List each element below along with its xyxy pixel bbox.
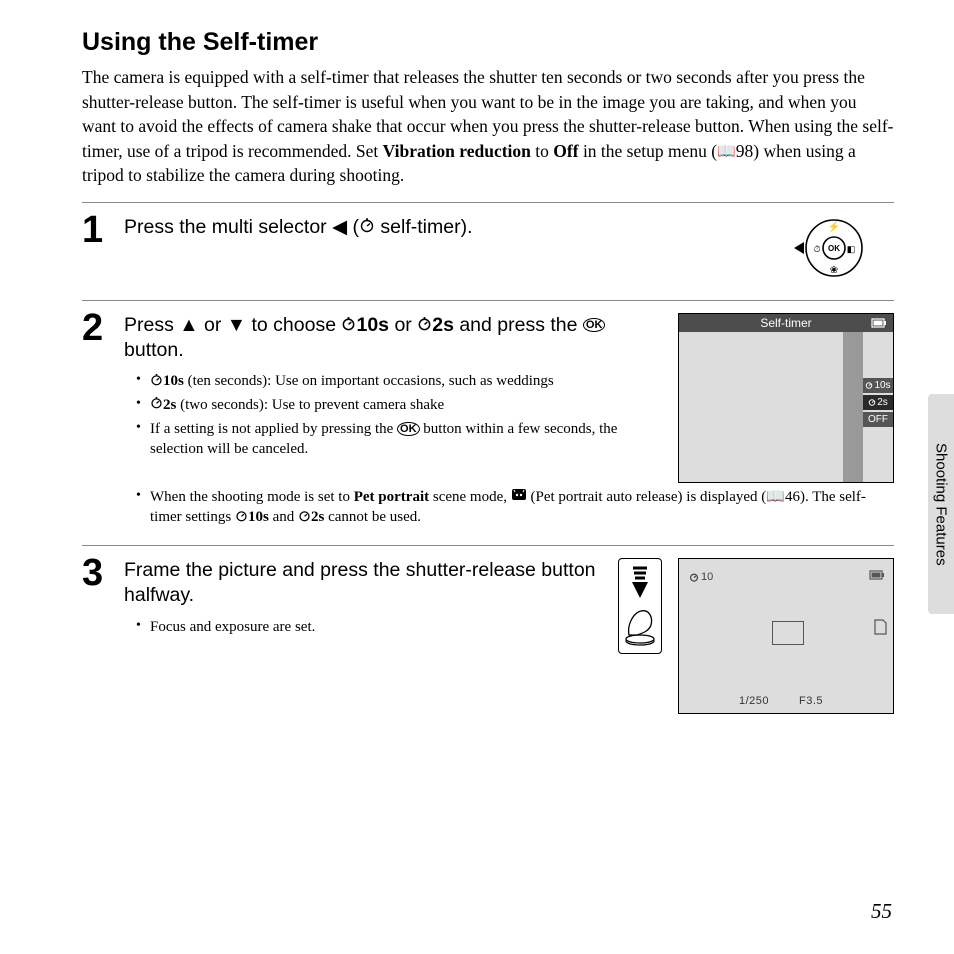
step-2-bullets: 10s (ten seconds): Use on important occa… bbox=[124, 371, 668, 459]
self-timer-icon bbox=[341, 313, 356, 338]
svg-text:OK: OK bbox=[828, 244, 840, 253]
step-1-heading: Press the multi selector ◀ ( self-timer)… bbox=[124, 215, 774, 241]
step-2: 2 Press ▲ or ▼ to choose 10s or 2s and p… bbox=[82, 301, 894, 546]
steps-list: 1 Press the multi selector ◀ ( self-time… bbox=[82, 202, 894, 728]
step-3: 3 Frame the picture and press the shutte… bbox=[82, 546, 894, 728]
svg-text:❀: ❀ bbox=[830, 265, 838, 276]
page-title: Using the Self-timer bbox=[82, 28, 894, 57]
battery-icon bbox=[871, 317, 887, 331]
down-arrow-icon: ▼ bbox=[227, 314, 246, 336]
option-2s-selected: 2s bbox=[863, 395, 893, 410]
left-arrow-icon: ◀ bbox=[332, 216, 347, 238]
camera-screen-shooting: 10 1/250 F3.5 bbox=[678, 558, 894, 714]
shutter-speed: 1/250 bbox=[739, 695, 769, 707]
option-10s: 10s bbox=[863, 378, 893, 393]
intro-paragraph: The camera is equipped with a self-timer… bbox=[82, 65, 894, 188]
svg-text:⏱: ⏱ bbox=[813, 244, 820, 254]
self-timer-icon bbox=[150, 372, 163, 392]
svg-text:◧: ◧ bbox=[847, 244, 856, 254]
page-ref-icon: 📖 bbox=[766, 487, 785, 507]
aperture: F3.5 bbox=[799, 695, 823, 707]
ok-button-icon: OK bbox=[583, 318, 606, 332]
multi-selector-diagram: OK ⚡ ❀ ⏱ ◧ bbox=[774, 215, 874, 281]
list-item: Focus and exposure are set. bbox=[136, 617, 606, 637]
list-item: 10s (ten seconds): Use on important occa… bbox=[136, 371, 668, 392]
up-arrow-icon: ▲ bbox=[179, 314, 198, 336]
step-number: 1 bbox=[82, 211, 124, 286]
list-item: When the shooting mode is set to Pet por… bbox=[136, 487, 894, 528]
list-item: 2s (two seconds): Use to prevent camera … bbox=[136, 395, 668, 416]
half-press-diagram bbox=[618, 558, 662, 654]
section-tab: Shooting Features bbox=[928, 394, 954, 614]
step-2-heading: Press ▲ or ▼ to choose 10s or 2s and pre… bbox=[124, 313, 668, 364]
screen-title: Self-timer bbox=[760, 316, 811, 330]
self-timer-icon bbox=[359, 215, 375, 240]
list-item: If a setting is not applied by pressing … bbox=[136, 419, 668, 460]
self-timer-icon bbox=[417, 313, 432, 338]
step-3-heading: Frame the picture and press the shutter-… bbox=[124, 558, 606, 609]
page-number: 55 bbox=[871, 899, 892, 924]
ok-button-icon: OK bbox=[397, 422, 420, 436]
step-2-bullets-wide: When the shooting mode is set to Pet por… bbox=[124, 487, 894, 528]
step-1: 1 Press the multi selector ◀ ( self-time… bbox=[82, 203, 894, 301]
finger-press-icon bbox=[623, 607, 657, 647]
self-timer-icon bbox=[235, 508, 248, 528]
option-off: OFF bbox=[863, 412, 893, 427]
page-ref-icon: 📖 bbox=[717, 142, 736, 163]
memory-card-icon bbox=[873, 619, 887, 640]
step-3-bullets: Focus and exposure are set. bbox=[124, 617, 606, 637]
pet-portrait-icon bbox=[511, 489, 527, 505]
step-number: 3 bbox=[82, 554, 124, 714]
timer-indicator: 10 bbox=[689, 571, 713, 583]
focus-area-box bbox=[772, 621, 804, 645]
self-timer-icon bbox=[298, 508, 311, 528]
camera-screen-self-timer: Self-timer 10s 2s OFF bbox=[678, 313, 894, 483]
step-number: 2 bbox=[82, 309, 124, 531]
svg-text:⚡: ⚡ bbox=[828, 220, 840, 233]
battery-icon bbox=[869, 567, 885, 585]
down-arrow-half-icon bbox=[629, 565, 651, 601]
self-timer-icon bbox=[150, 395, 163, 415]
